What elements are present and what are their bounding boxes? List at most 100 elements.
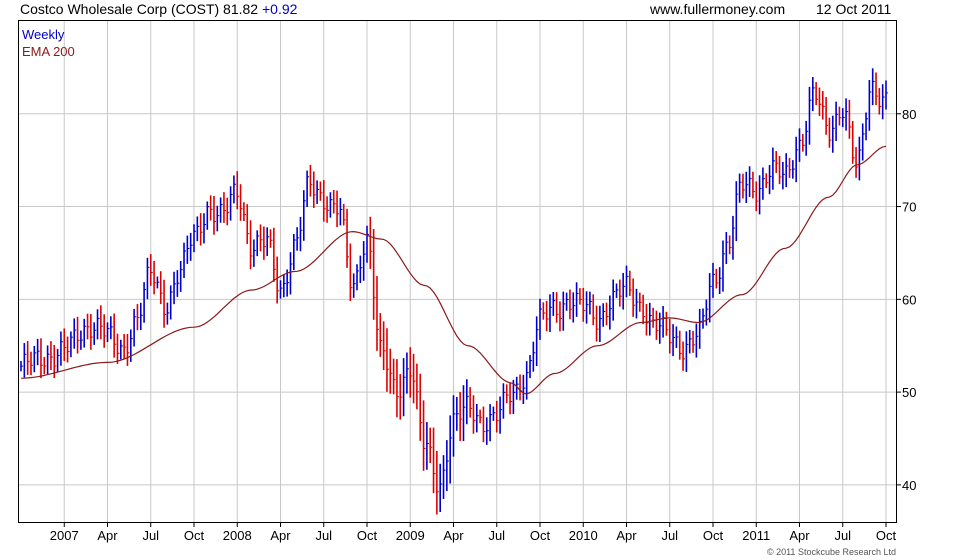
price-bar <box>652 307 656 328</box>
price-bar <box>848 99 852 139</box>
price-bar <box>788 157 792 178</box>
price-bar <box>416 363 419 410</box>
price-bar <box>562 291 566 331</box>
price-bar <box>233 175 236 204</box>
price-bar <box>366 225 369 263</box>
price-bar <box>825 96 829 135</box>
price-bar <box>758 175 762 215</box>
price-bar <box>462 385 466 442</box>
price-bar <box>702 308 706 329</box>
x-tick-label: Jul <box>661 528 678 543</box>
price-bar <box>56 348 60 373</box>
legend-entry: EMA 200 <box>22 44 75 59</box>
price-bar <box>352 273 356 298</box>
price-bar <box>742 173 745 199</box>
price-bar <box>136 304 140 331</box>
price-bar <box>765 173 769 189</box>
price-bar <box>861 123 865 161</box>
price-bar <box>559 301 562 332</box>
x-tick-label: 2009 <box>396 528 425 543</box>
price-bar <box>179 260 183 292</box>
x-tick-label: 2007 <box>50 528 79 543</box>
price-bar <box>452 395 456 457</box>
price-bar <box>253 239 256 267</box>
price-bar <box>76 316 80 354</box>
price-bar <box>555 292 559 323</box>
price-bar <box>219 197 223 223</box>
price-bar <box>672 324 676 357</box>
price-bar <box>858 136 862 181</box>
price-bar <box>539 298 542 340</box>
price-bar <box>113 313 117 358</box>
price-bar <box>396 359 399 418</box>
price-bar <box>146 257 150 300</box>
price-bar <box>798 128 802 162</box>
price-bar <box>50 341 53 371</box>
price-bar <box>60 331 63 366</box>
x-tick-label: Apr <box>616 528 637 543</box>
price-bar <box>169 285 173 320</box>
x-tick-label: Oct <box>184 528 205 543</box>
price-bar <box>263 226 266 260</box>
price-bar <box>585 291 589 324</box>
x-tick-label: Oct <box>530 528 551 543</box>
price-bar <box>851 121 855 164</box>
price-bar <box>129 329 133 362</box>
price-bar <box>306 170 310 207</box>
price-bar <box>376 276 379 351</box>
price-bar <box>209 195 213 221</box>
price-bar <box>156 276 160 289</box>
price-bar <box>422 400 426 471</box>
price-bar <box>582 287 586 322</box>
price-bar <box>871 68 875 106</box>
x-tick-label: 2011 <box>742 528 770 543</box>
price-bar <box>386 328 389 392</box>
price-bar <box>432 427 436 494</box>
price-bar <box>299 216 303 252</box>
price-bar <box>83 318 87 348</box>
price-bar <box>186 235 190 264</box>
price-bar <box>532 341 536 372</box>
price-bar <box>283 274 286 298</box>
price-bar <box>668 318 672 354</box>
price-bar <box>46 345 50 375</box>
price-bar <box>831 115 835 153</box>
price-bar <box>815 82 819 106</box>
price-bar <box>725 232 729 264</box>
price-bar <box>482 406 486 443</box>
price-bar <box>30 351 33 376</box>
price-bar <box>855 147 859 178</box>
price-bar <box>665 311 669 336</box>
price-bar <box>648 302 652 336</box>
price-bar <box>828 117 832 148</box>
price-bar <box>20 360 23 372</box>
price-bar <box>772 147 775 190</box>
price-bar <box>519 374 523 401</box>
price-bar <box>259 224 263 252</box>
price-bar <box>389 348 393 394</box>
price-bar <box>662 306 666 338</box>
x-tick-label: Oct <box>876 528 897 543</box>
price-bar <box>841 108 845 128</box>
price-bar <box>379 313 383 357</box>
x-tick-label: 2010 <box>569 528 598 543</box>
price-bar <box>23 343 27 378</box>
price-bar <box>545 300 549 332</box>
price-bar <box>86 313 90 340</box>
price-bar <box>336 190 340 228</box>
price-bar <box>266 227 270 257</box>
price-bar <box>63 328 67 361</box>
price-bar <box>429 427 433 463</box>
price-bar <box>296 227 300 251</box>
price-bar <box>802 133 805 152</box>
price-bar <box>612 279 616 321</box>
price-bar <box>845 98 849 131</box>
price-bar <box>808 86 812 145</box>
price-bar <box>349 243 353 301</box>
x-tick-label: Jul <box>488 528 505 543</box>
price-bar <box>399 374 403 420</box>
price-bar <box>522 374 526 405</box>
price-bar <box>26 340 30 375</box>
x-tick-label: Apr <box>443 528 464 543</box>
price-bar <box>795 136 799 183</box>
